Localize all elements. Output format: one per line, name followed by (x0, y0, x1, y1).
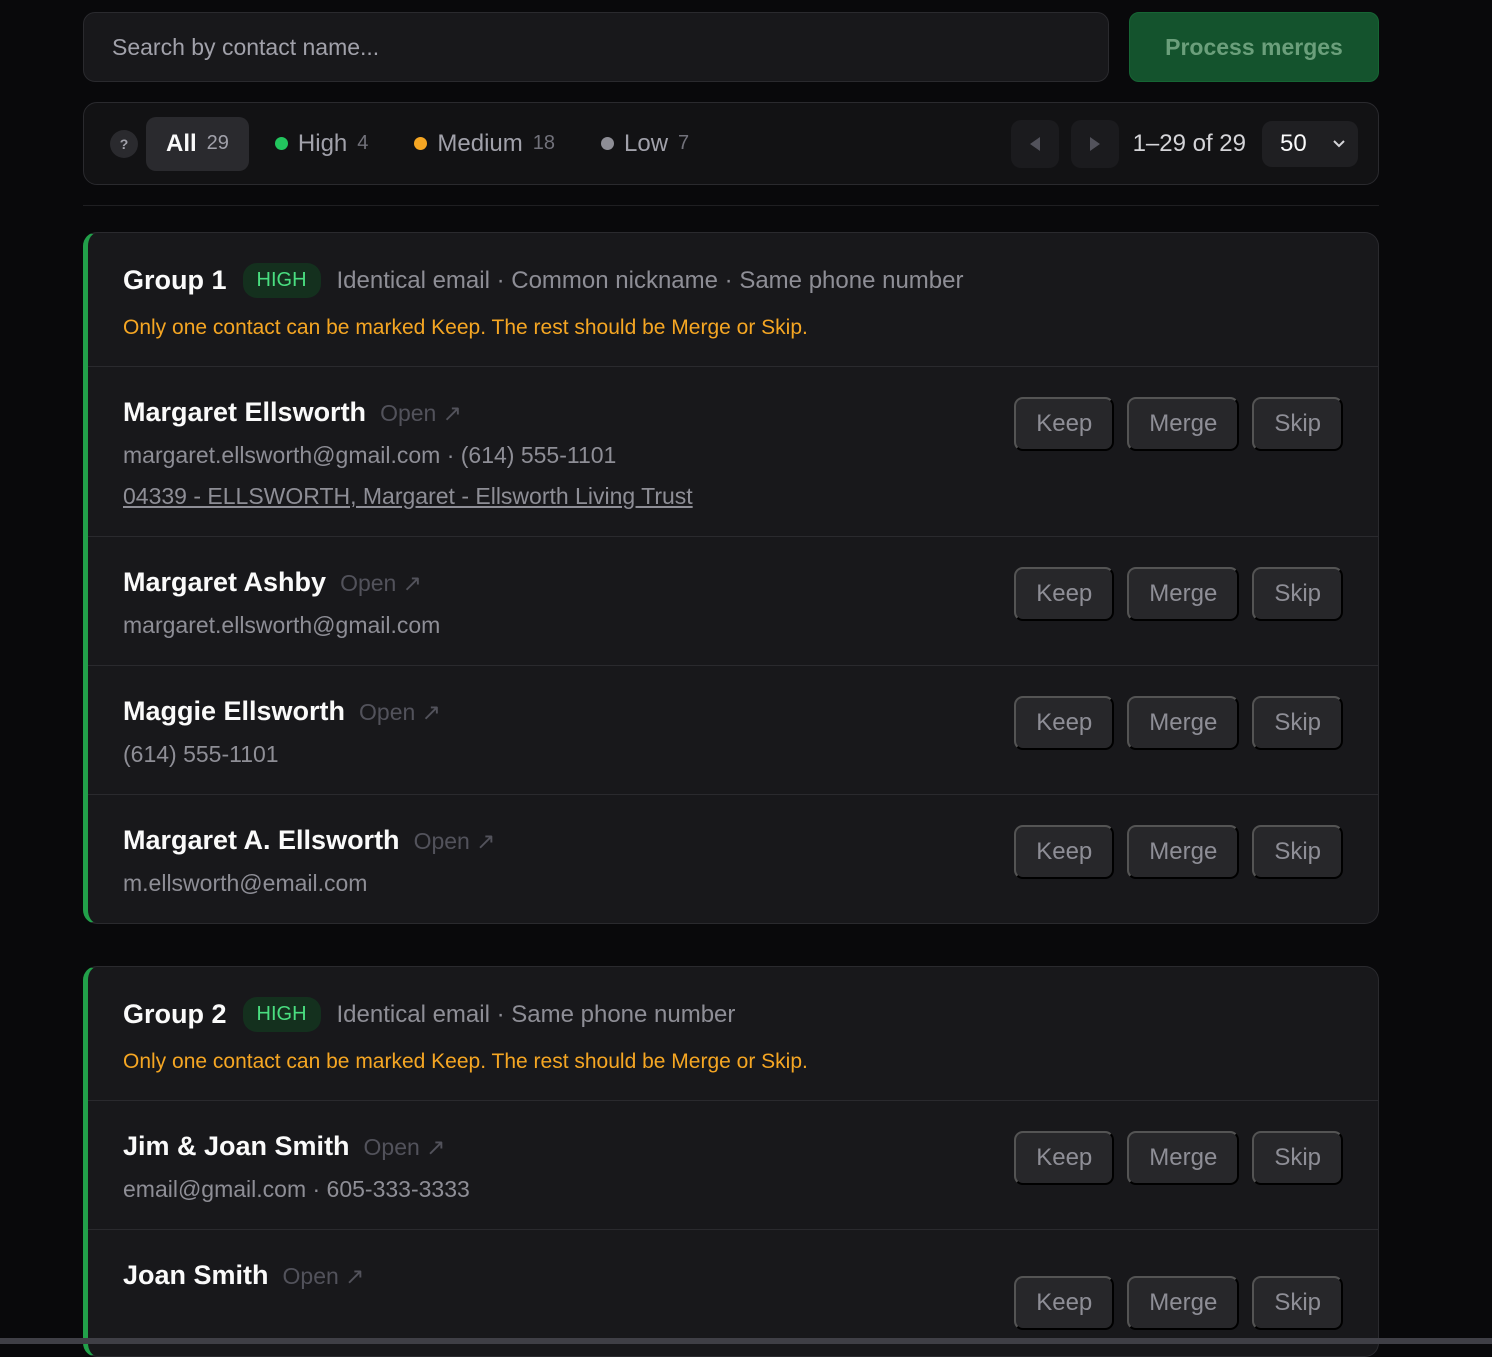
low-dot-icon (601, 137, 614, 150)
next-page-button[interactable] (1071, 120, 1119, 168)
top-toolbar: Process merges (83, 12, 1379, 82)
contact-name: Margaret Ashby (123, 567, 326, 598)
external-link-icon: ↗ (422, 699, 441, 725)
divider (83, 205, 1379, 206)
keep-warning: Only one contact can be marked Keep. The… (123, 316, 1343, 340)
merge-button[interactable]: Merge (1127, 567, 1239, 621)
related-record-link[interactable]: 04339 - ELLSWORTH, Margaret - Ellsworth … (123, 483, 693, 510)
merge-button[interactable]: Merge (1127, 825, 1239, 879)
per-page-select[interactable]: 50 (1262, 121, 1358, 167)
open-link[interactable]: Open ↗ (359, 699, 441, 726)
pagination: 1–29 of 29 50 (1011, 120, 1358, 168)
filter-tab-label: All (166, 130, 197, 158)
filter-tab-all[interactable]: All 29 (146, 117, 249, 171)
filter-tab-count: 18 (533, 132, 555, 155)
contact-details: (614) 555-1101 (123, 741, 441, 768)
keep-button[interactable]: Keep (1014, 567, 1114, 621)
group-title: Group 1 (123, 265, 227, 296)
prev-page-button[interactable] (1011, 120, 1059, 168)
contact-row: Margaret A. Ellsworth Open ↗ m.ellsworth… (88, 795, 1378, 923)
contact-details: margaret.ellsworth@gmail.com · (614) 555… (123, 442, 693, 469)
search-box (83, 12, 1109, 82)
filter-tab-label: Low (624, 130, 668, 158)
process-merges-button[interactable]: Process merges (1129, 12, 1379, 82)
open-link[interactable]: Open ↗ (283, 1263, 365, 1290)
filter-tab-count: 29 (207, 132, 229, 155)
search-input[interactable] (112, 34, 1080, 61)
keep-button[interactable]: Keep (1014, 1131, 1114, 1185)
skip-button[interactable]: Skip (1252, 825, 1343, 879)
group-title: Group 2 (123, 999, 227, 1030)
high-dot-icon (275, 137, 288, 150)
keep-button[interactable]: Keep (1014, 1276, 1114, 1330)
keep-warning: Only one contact can be marked Keep. The… (123, 1050, 1343, 1074)
triangle-left-icon (1028, 136, 1042, 152)
filter-tab-label: High (298, 130, 347, 158)
external-link-icon: ↗ (345, 1263, 364, 1289)
merge-button[interactable]: Merge (1127, 1131, 1239, 1185)
per-page-value: 50 (1280, 130, 1307, 158)
open-link[interactable]: Open ↗ (380, 400, 462, 427)
contact-name: Joan Smith (123, 1260, 269, 1291)
open-link[interactable]: Open ↗ (364, 1134, 446, 1161)
group-header: Group 1 HIGH Identical email · Common ni… (88, 233, 1378, 367)
skip-button[interactable]: Skip (1252, 397, 1343, 451)
skip-button[interactable]: Skip (1252, 567, 1343, 621)
filter-bar: ? All 29 High 4 Medium 18 Low 7 (83, 102, 1379, 185)
group-header: Group 2 HIGH Identical email · Same phon… (88, 967, 1378, 1101)
open-link[interactable]: Open ↗ (340, 570, 422, 597)
external-link-icon: ↗ (426, 1134, 445, 1160)
contact-name: Jim & Joan Smith (123, 1131, 350, 1162)
filter-tab-high[interactable]: High 4 (255, 117, 388, 171)
triangle-right-icon (1088, 136, 1102, 152)
match-reasons: Identical email · Same phone number (337, 1001, 736, 1029)
contact-name: Margaret A. Ellsworth (123, 825, 400, 856)
open-link[interactable]: Open ↗ (414, 828, 496, 855)
merge-button[interactable]: Merge (1127, 397, 1239, 451)
merge-button[interactable]: Merge (1127, 1276, 1239, 1330)
chevron-down-icon (1332, 139, 1346, 149)
contact-row: Margaret Ashby Open ↗ margaret.ellsworth… (88, 537, 1378, 666)
merge-group: Group 2 HIGH Identical email · Same phon… (83, 966, 1379, 1357)
merge-group: Group 1 HIGH Identical email · Common ni… (83, 232, 1379, 924)
filter-tab-label: Medium (437, 130, 522, 158)
external-link-icon: ↗ (403, 570, 422, 596)
confidence-badge: HIGH (243, 997, 321, 1032)
merge-button[interactable]: Merge (1127, 696, 1239, 750)
keep-button[interactable]: Keep (1014, 397, 1114, 451)
keep-button[interactable]: Keep (1014, 696, 1114, 750)
filter-tab-low[interactable]: Low 7 (581, 117, 709, 171)
confidence-badge: HIGH (243, 263, 321, 298)
contact-name: Maggie Ellsworth (123, 696, 345, 727)
contact-details: m.ellsworth@email.com (123, 870, 496, 897)
filter-tab-count: 7 (678, 132, 689, 155)
medium-dot-icon (414, 137, 427, 150)
filter-tab-medium[interactable]: Medium 18 (394, 117, 575, 171)
help-icon[interactable]: ? (110, 130, 138, 158)
skip-button[interactable]: Skip (1252, 1276, 1343, 1330)
contact-details: email@gmail.com · 605-333-3333 (123, 1176, 470, 1203)
contact-name: Margaret Ellsworth (123, 397, 366, 428)
filter-tab-count: 4 (357, 132, 368, 155)
skip-button[interactable]: Skip (1252, 1131, 1343, 1185)
contact-row: Margaret Ellsworth Open ↗ margaret.ellsw… (88, 367, 1378, 537)
page-range: 1–29 of 29 (1133, 130, 1246, 158)
contact-merge-page: Process merges ? All 29 High 4 Medium 18… (83, 12, 1379, 1357)
match-reasons: Identical email · Common nickname · Same… (337, 267, 964, 295)
contact-details: margaret.ellsworth@gmail.com (123, 612, 440, 639)
contact-row: Jim & Joan Smith Open ↗ email@gmail.com … (88, 1101, 1378, 1230)
keep-button[interactable]: Keep (1014, 825, 1114, 879)
external-link-icon: ↗ (476, 828, 495, 854)
contact-row: Maggie Ellsworth Open ↗ (614) 555-1101 K… (88, 666, 1378, 795)
skip-button[interactable]: Skip (1252, 696, 1343, 750)
external-link-icon: ↗ (443, 400, 462, 426)
window-bottom-edge (0, 1338, 1492, 1344)
